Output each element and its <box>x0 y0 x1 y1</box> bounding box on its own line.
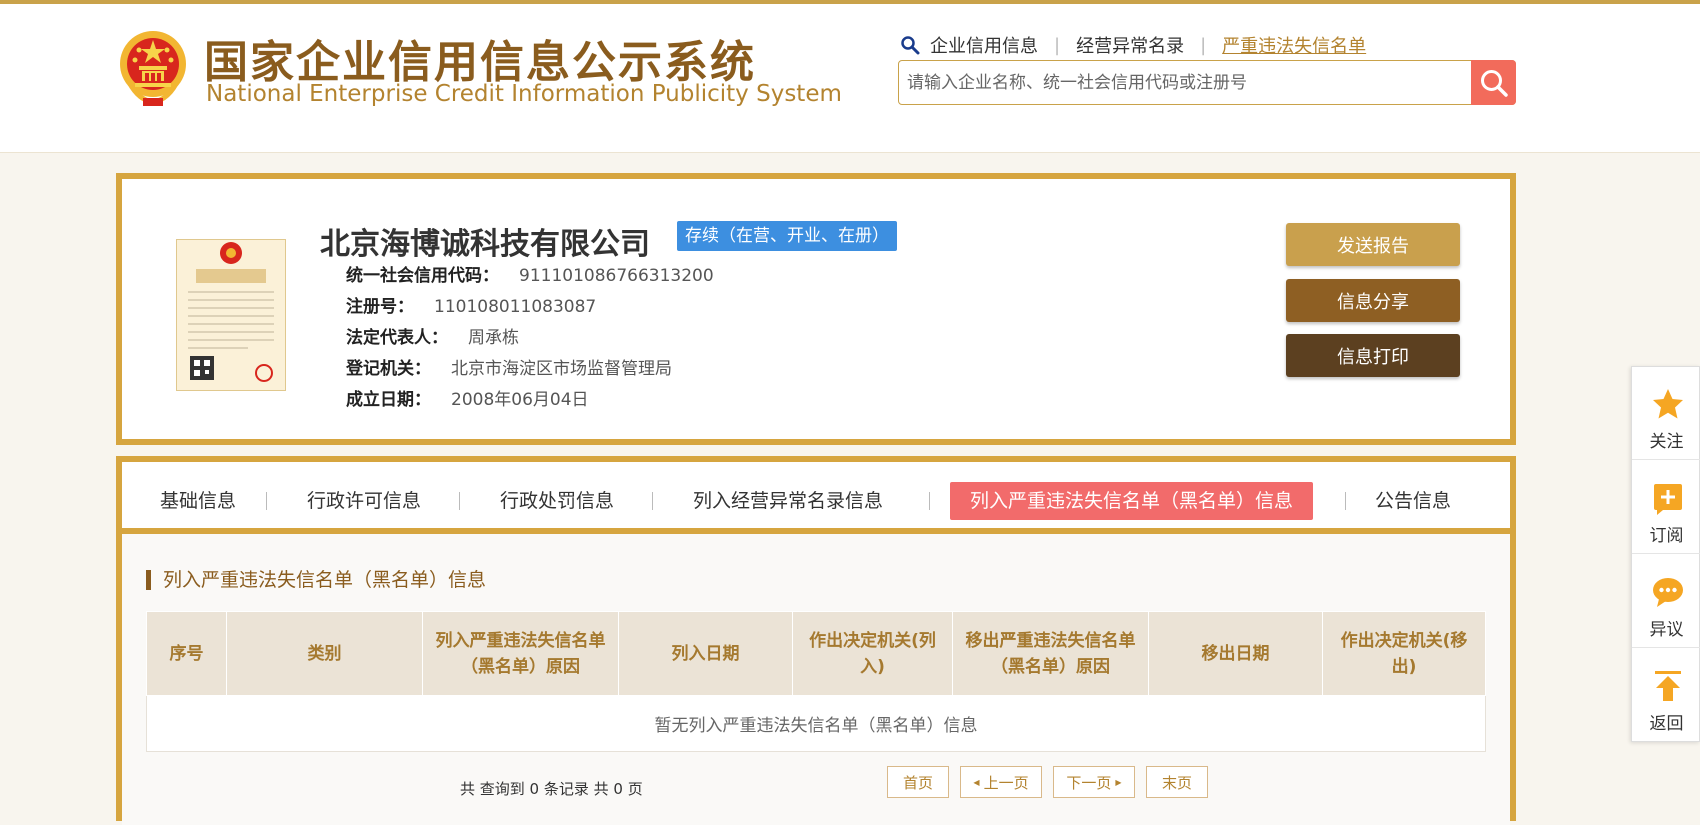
field-registration-number: 注册号： 110108011083087 <box>346 292 596 317</box>
search-icon <box>1480 69 1508 97</box>
send-report-button[interactable]: 发送报告 <box>1286 223 1460 266</box>
first-page-button[interactable]: 首页 <box>887 766 949 798</box>
pagination-info: 共 查询到 0 条记录 共 0 页 <box>460 780 643 798</box>
tab-abnormal-operation[interactable]: 列入经营异常名录信息 <box>693 482 883 520</box>
column-header: 作出决定机关(列入) <box>792 611 953 696</box>
search-bar <box>898 60 1516 105</box>
top-nav: 企业信用信息 | 经营异常名录 | 严重违法失信名单 <box>900 32 1366 58</box>
nav-separator: | <box>1054 34 1061 56</box>
company-name: 北京海博诚科技有限公司 <box>320 227 650 262</box>
tab-separator <box>459 492 460 510</box>
site-title-en: National Enterprise Credit Information P… <box>206 81 842 107</box>
subscribe-label: 订阅 <box>1649 526 1684 546</box>
field-establishment-date: 成立日期： 2008年06月04日 <box>346 385 589 410</box>
back-to-top-label: 返回 <box>1649 714 1684 734</box>
tab-separator <box>1345 492 1346 510</box>
search-input[interactable] <box>907 61 1457 104</box>
tab-admin-penalty[interactable]: 行政处罚信息 <box>500 482 614 520</box>
section-title: 列入严重违法失信名单（黑名单）信息 <box>146 570 486 590</box>
share-info-button[interactable]: 信息分享 <box>1286 279 1460 322</box>
field-registration-authority: 登记机关： 北京市海淀区市场监督管理局 <box>346 354 672 379</box>
print-info-button[interactable]: 信息打印 <box>1286 334 1460 377</box>
last-page-button[interactable]: 末页 <box>1146 766 1208 798</box>
tab-basic-info[interactable]: 基础信息 <box>160 482 236 520</box>
national-emblem-icon <box>120 31 186 106</box>
field-value: 110108011083087 <box>434 297 597 317</box>
column-header: 作出决定机关(移出) <box>1322 611 1486 696</box>
chat-bubble-icon <box>1653 578 1683 607</box>
tab-announcements[interactable]: 公告信息 <box>1375 482 1451 520</box>
blacklist-table: 序号 类别 列入严重违法失信名单（黑名单）原因 列入日期 作出决定机关(列入) … <box>146 611 1486 752</box>
field-value: 北京市海淀区市场监督管理局 <box>451 359 672 379</box>
column-header: 序号 <box>146 611 227 696</box>
next-page-label: 下一页 <box>1066 773 1112 792</box>
column-header: 移出严重违法失信名单（黑名单）原因 <box>952 611 1149 696</box>
tab-content: 列入严重违法失信名单（黑名单）信息 序号 类别 列入严重违法失信名单（黑名单）原… <box>122 534 1510 825</box>
caret-left-icon: ◀ <box>973 777 980 787</box>
column-header: 类别 <box>226 611 423 696</box>
tab-admin-license[interactable]: 行政许可信息 <box>307 482 421 520</box>
side-float-toolbar: 关注 订阅 异议 返回 <box>1631 366 1700 742</box>
table-header-row: 序号 类别 列入严重违法失信名单（黑名单）原因 列入日期 作出决定机关(列入) … <box>146 611 1486 696</box>
column-header: 移出日期 <box>1148 611 1323 696</box>
nav-abnormal-operation-list[interactable]: 经营异常名录 <box>1076 32 1184 58</box>
search-button[interactable] <box>1471 60 1516 105</box>
follow-label: 关注 <box>1649 432 1684 452</box>
tab-separator <box>652 492 653 510</box>
column-header: 列入严重违法失信名单（黑名单）原因 <box>422 611 619 696</box>
follow-button[interactable]: 关注 <box>1632 367 1700 460</box>
field-credit-code: 统一社会信用代码： 911101086766313200 <box>346 261 714 286</box>
field-label: 法定代表人： <box>346 328 448 348</box>
back-to-top-button[interactable]: 返回 <box>1632 649 1700 742</box>
field-value: 周承栋 <box>468 328 519 348</box>
back-to-top-icon <box>1655 671 1681 701</box>
table-row: 暂无列入严重违法失信名单（黑名单）信息 <box>146 695 1486 752</box>
field-label: 统一社会信用代码： <box>346 266 499 286</box>
field-label: 登记机关： <box>346 359 431 379</box>
tab-serious-violation[interactable]: 列入严重违法失信名单（黑名单）信息 <box>950 482 1314 520</box>
status-badge: 存续（在营、开业、在册） <box>677 221 897 251</box>
tab-bar: 基础信息 行政许可信息 行政处罚信息 列入经营异常名录信息 列入严重违法失信名单… <box>122 462 1510 534</box>
subscribe-icon <box>1654 484 1682 515</box>
empty-state-message: 暂无列入严重违法失信名单（黑名单）信息 <box>146 695 1486 752</box>
nav-separator: | <box>1200 34 1207 56</box>
field-label: 成立日期： <box>346 390 431 410</box>
column-header: 列入日期 <box>618 611 793 696</box>
star-icon <box>1653 389 1683 419</box>
company-card: 北京海博诚科技有限公司 存续（在营、开业、在册） 统一社会信用代码： 911101… <box>116 173 1516 445</box>
objection-button[interactable]: 异议 <box>1632 555 1700 648</box>
prev-page-button[interactable]: ◀ 上一页 <box>960 766 1042 798</box>
next-page-button[interactable]: 下一页 ▶ <box>1053 766 1135 798</box>
field-value: 2008年06月04日 <box>451 390 589 410</box>
prev-page-label: 上一页 <box>983 773 1029 792</box>
subscribe-button[interactable]: 订阅 <box>1632 461 1700 554</box>
site-header: 国家企业信用信息公示系统 National Enterprise Credit … <box>0 4 1700 153</box>
field-label: 注册号： <box>346 297 414 317</box>
caret-right-icon: ▶ <box>1115 777 1122 787</box>
field-value: 911101086766313200 <box>519 266 714 286</box>
detail-panel: 基础信息 行政许可信息 行政处罚信息 列入经营异常名录信息 列入严重违法失信名单… <box>116 456 1516 825</box>
field-legal-representative: 法定代表人： 周承栋 <box>346 323 519 348</box>
objection-label: 异议 <box>1649 620 1684 640</box>
tab-separator <box>266 492 267 510</box>
business-license-icon <box>176 239 286 391</box>
search-icon <box>901 36 920 55</box>
nav-enterprise-credit-info[interactable]: 企业信用信息 <box>930 32 1038 58</box>
nav-serious-violation-list[interactable]: 严重违法失信名单 <box>1222 32 1366 58</box>
tab-separator <box>929 492 930 510</box>
